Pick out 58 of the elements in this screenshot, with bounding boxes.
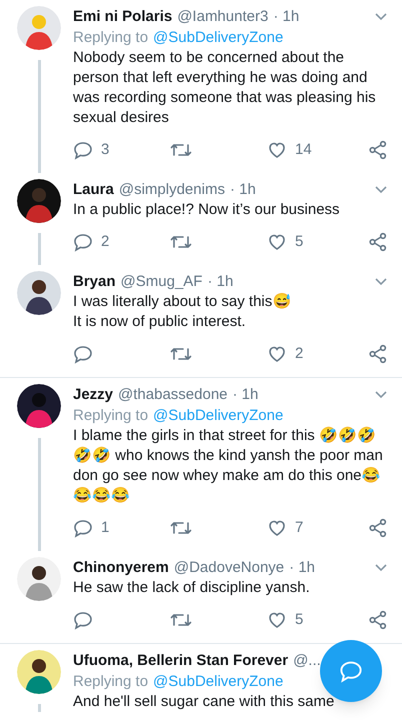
like-icon[interactable]	[267, 232, 287, 252]
share-icon[interactable]	[368, 518, 388, 538]
reply-icon[interactable]	[73, 140, 93, 160]
chevron-down-icon[interactable]	[374, 390, 388, 400]
like-count: 2	[295, 344, 304, 364]
author-name: Laura	[73, 180, 114, 200]
share-icon[interactable]	[368, 344, 388, 364]
tweet-time: · 1h	[289, 558, 316, 578]
author-handle: @Iamhunter3	[177, 7, 268, 27]
author-name: Chinonyerem	[73, 558, 169, 578]
tweet-text: I was literally about to say this😅 It is now of public interest.	[73, 292, 292, 332]
author-handle: @Smug_AF	[120, 272, 202, 292]
like-icon[interactable]	[267, 610, 287, 630]
tweet-text: Nobody seem to be concerned about the person that left everything he was doing and was recording someone that was pleasing his sexual desires	[73, 48, 377, 128]
share-icon[interactable]	[368, 140, 388, 160]
like-count: 5	[295, 610, 304, 630]
tweet-time: · 1h	[273, 7, 300, 27]
reply-icon[interactable]	[73, 518, 93, 538]
tweet-time: · 1h	[232, 385, 258, 405]
author-name: Ufuoma, Bellerin Stan Forever	[73, 651, 288, 671]
mention-link[interactable]: @SubDeliveryZone	[153, 405, 284, 426]
replying-label: Replying to	[73, 406, 148, 426]
author-name: Bryan	[73, 272, 116, 292]
like-icon[interactable]	[267, 344, 287, 364]
tweet-text: In a public place!? Now it’s our business	[73, 200, 341, 220]
tweet-time: · 1h	[207, 272, 234, 292]
replying-label: Replying to	[73, 672, 148, 692]
like-count: 5	[295, 232, 304, 252]
chevron-down-icon[interactable]	[374, 184, 388, 194]
like-count: 7	[295, 518, 304, 538]
replying-label: Replying to	[73, 28, 148, 48]
reply-icon[interactable]	[73, 232, 93, 252]
speech-bubble-icon	[339, 659, 363, 683]
like-count: 14	[295, 140, 312, 160]
author-handle: @...	[293, 651, 321, 671]
author-name: Emi ni Polaris	[73, 7, 172, 27]
reply-count: 2	[101, 232, 110, 252]
tweet-text: I blame the girls in that street for this 🤣🤣🤣🤣🤣 who knows the kind yansh the poor man don go see now whey make am do this one😂😂😂😂	[73, 426, 384, 506]
share-icon[interactable]	[368, 610, 388, 630]
author-handle: @DadoveNonye	[174, 558, 284, 578]
chevron-down-icon[interactable]	[374, 562, 388, 572]
like-icon[interactable]	[267, 518, 287, 538]
reply-count: 1	[101, 518, 110, 538]
author-name: Jezzy	[73, 385, 114, 405]
tweet-time: · 1h	[230, 180, 256, 200]
author-handle: @simplydenims	[118, 180, 225, 200]
chevron-down-icon[interactable]	[374, 12, 388, 22]
chevron-down-icon[interactable]	[374, 276, 388, 286]
tweet-text: He saw the lack of discipline yansh.	[73, 578, 311, 598]
share-icon[interactable]	[368, 232, 388, 252]
mention-link[interactable]: @SubDeliveryZone	[153, 671, 284, 692]
mention-link[interactable]: @SubDeliveryZone	[153, 27, 284, 48]
reply-icon[interactable]	[73, 344, 93, 364]
reply-count: 3	[101, 140, 110, 160]
like-icon[interactable]	[267, 140, 287, 160]
author-handle: @thabassedone	[118, 385, 228, 405]
tweet-text: And he'll sell sugar cane with this same	[73, 692, 336, 712]
reply-icon[interactable]	[73, 610, 93, 630]
